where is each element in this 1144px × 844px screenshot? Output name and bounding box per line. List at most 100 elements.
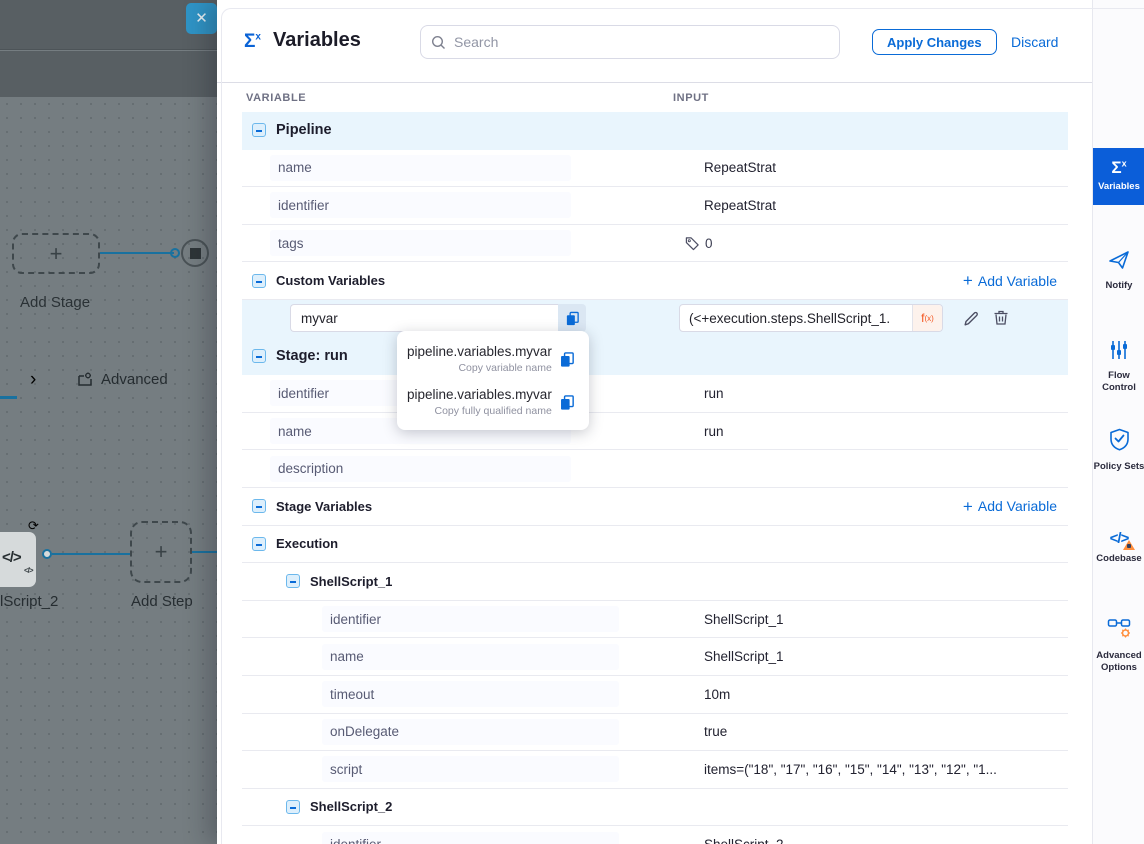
apply-changes-button[interactable]: Apply Changes xyxy=(872,29,997,55)
sidebar-item-advanced-options[interactable]: Advanced Options xyxy=(1093,618,1144,674)
table-row: identifier ShellScript_2 xyxy=(242,826,1068,844)
table-row: description xyxy=(242,450,1068,488)
collapse-icon[interactable] xyxy=(252,499,266,513)
add-stage-label: Add Stage xyxy=(20,294,90,311)
variable-label: identifier xyxy=(278,198,329,213)
loop-strategy-icon: ⟳ xyxy=(28,518,39,534)
shell-script-icon: </> xyxy=(2,549,21,566)
section-header-stage-variables[interactable]: Stage Variables +Add Variable xyxy=(242,488,1068,526)
canvas-dot-grid xyxy=(0,97,217,844)
close-icon[interactable]: ✕ xyxy=(186,3,217,34)
copy-icon[interactable] xyxy=(559,394,575,411)
advanced-tab-icon xyxy=(77,372,93,388)
collapse-icon[interactable] xyxy=(286,574,300,588)
variable-value: true xyxy=(704,724,727,739)
codebase-icon: </> xyxy=(1110,530,1129,547)
table-row: tags 0 xyxy=(242,225,1068,263)
pipeline-canvas: ✕ + Add Stage › Advanced </> ⟳ </> + lSc… xyxy=(0,0,217,844)
copy-caption: Copy variable name xyxy=(407,363,552,374)
copy-icon[interactable] xyxy=(559,351,575,368)
step-node-shellscript[interactable]: </> xyxy=(0,532,36,587)
variables-panel: Σx Variables Apply Changes Discard VARIA… xyxy=(217,0,1092,844)
table-row: identifier run xyxy=(242,375,1068,413)
copy-variable-name-item[interactable]: pipeline.variables.myvar Copy variable n… xyxy=(407,344,575,374)
variable-value: RepeatStrat xyxy=(704,160,776,175)
copy-variable-popup: pipeline.variables.myvar Copy variable n… xyxy=(397,331,589,430)
variable-label: name xyxy=(330,649,364,664)
copy-fqn-item[interactable]: pipeline.variables.myvar Copy fully qual… xyxy=(407,387,575,417)
connector-line xyxy=(100,252,174,254)
chevron-right-icon[interactable]: › xyxy=(30,370,36,389)
pipeline-end-node xyxy=(181,239,209,267)
variable-value: ShellScript_2 xyxy=(704,837,784,844)
edit-icon[interactable] xyxy=(962,309,981,328)
discard-button[interactable]: Discard xyxy=(1011,34,1058,50)
variable-value: RepeatStrat xyxy=(704,198,776,213)
sidebar-item-flow-control[interactable]: Flow Control xyxy=(1093,340,1144,394)
table-row: timeout 10m xyxy=(242,676,1068,714)
plus-icon: + xyxy=(155,541,168,563)
section-header-pipeline[interactable]: Pipeline xyxy=(242,112,1068,150)
delete-icon[interactable] xyxy=(992,309,1010,327)
variable-label: script xyxy=(330,762,362,777)
variable-label: identifier xyxy=(278,386,329,401)
table-column-headers: VARIABLE INPUT xyxy=(242,83,1068,112)
variable-value-input[interactable]: (<+execution.steps.ShellScript_1. f(x) xyxy=(679,304,943,332)
table-row: onDelegate true xyxy=(242,714,1068,752)
variable-label: timeout xyxy=(330,687,374,702)
variable-path: pipeline.variables.myvar xyxy=(407,344,552,359)
add-step-node[interactable]: + xyxy=(130,521,192,583)
variable-name-input[interactable]: myvar xyxy=(290,304,558,332)
stop-icon xyxy=(190,248,201,259)
tab-advanced[interactable]: Advanced xyxy=(77,371,168,388)
right-nav-sidebar: Σx Variables Notify Flow Control xyxy=(1092,0,1144,844)
search-box[interactable] xyxy=(420,25,840,59)
collapse-icon[interactable] xyxy=(252,274,266,288)
expression-fx-icon[interactable]: f(x) xyxy=(912,305,942,331)
variable-label: description xyxy=(278,461,343,476)
search-input[interactable] xyxy=(454,34,829,50)
table-row: name run xyxy=(242,413,1068,451)
table-row: identifier ShellScript_1 xyxy=(242,601,1068,639)
sidebar-item-codebase[interactable]: </> Codebase xyxy=(1093,530,1144,565)
plus-icon: + xyxy=(963,272,973,289)
collapse-icon[interactable] xyxy=(286,800,300,814)
page-title: Variables xyxy=(273,29,361,52)
sidebar-item-policy-sets[interactable]: Policy Sets xyxy=(1093,428,1144,473)
variables-sigma-icon: Σx xyxy=(244,31,261,53)
sidebar-item-notify[interactable]: Notify xyxy=(1093,250,1144,292)
step-node-label: lScript_2 xyxy=(0,593,58,610)
variable-value: run xyxy=(704,424,724,439)
sliders-icon xyxy=(1109,340,1129,360)
table-row: name RepeatStrat xyxy=(242,150,1068,188)
variables-drawer: Σx Variables Apply Changes Discard VARIA… xyxy=(217,0,1144,844)
paper-plane-icon xyxy=(1108,250,1130,270)
section-header-custom-variables[interactable]: Custom Variables +Add Variable xyxy=(242,262,1068,300)
section-header-execution[interactable]: Execution xyxy=(242,526,1068,564)
section-header-shellscript1[interactable]: ShellScript_1 xyxy=(242,563,1068,601)
copy-icon[interactable] xyxy=(558,304,586,332)
add-variable-button[interactable]: +Add Variable xyxy=(963,498,1057,515)
connector-point xyxy=(42,549,52,559)
variable-label: tags xyxy=(278,236,304,251)
collapse-icon[interactable] xyxy=(252,537,266,551)
tag-icon xyxy=(685,236,700,251)
section-header-shellscript2[interactable]: ShellScript_2 xyxy=(242,789,1068,827)
panel-header: Σx Variables Apply Changes Discard xyxy=(217,0,1092,83)
copy-caption: Copy fully qualified name xyxy=(407,406,552,417)
collapse-icon[interactable] xyxy=(252,349,266,363)
variable-value: ShellScript_1 xyxy=(704,649,784,664)
section-header-stage-run[interactable]: Stage: run xyxy=(242,338,1068,376)
column-header-input: INPUT xyxy=(673,92,709,104)
collapse-icon[interactable] xyxy=(252,123,266,137)
custom-variable-row-myvar: myvar (<+execution.steps.ShellScript_1. … xyxy=(242,300,1068,338)
add-stage-node[interactable]: + xyxy=(12,233,100,274)
sidebar-item-variables[interactable]: Σx Variables xyxy=(1093,148,1144,205)
variable-value: 10m xyxy=(704,687,730,702)
variable-value: items=("18", "17", "16", "15", "14", "13… xyxy=(704,762,997,777)
table-row: name ShellScript_1 xyxy=(242,638,1068,676)
add-variable-button[interactable]: +Add Variable xyxy=(963,272,1057,289)
connector-line xyxy=(192,551,217,553)
add-step-label: Add Step xyxy=(131,593,193,610)
variable-value: run xyxy=(704,386,724,401)
